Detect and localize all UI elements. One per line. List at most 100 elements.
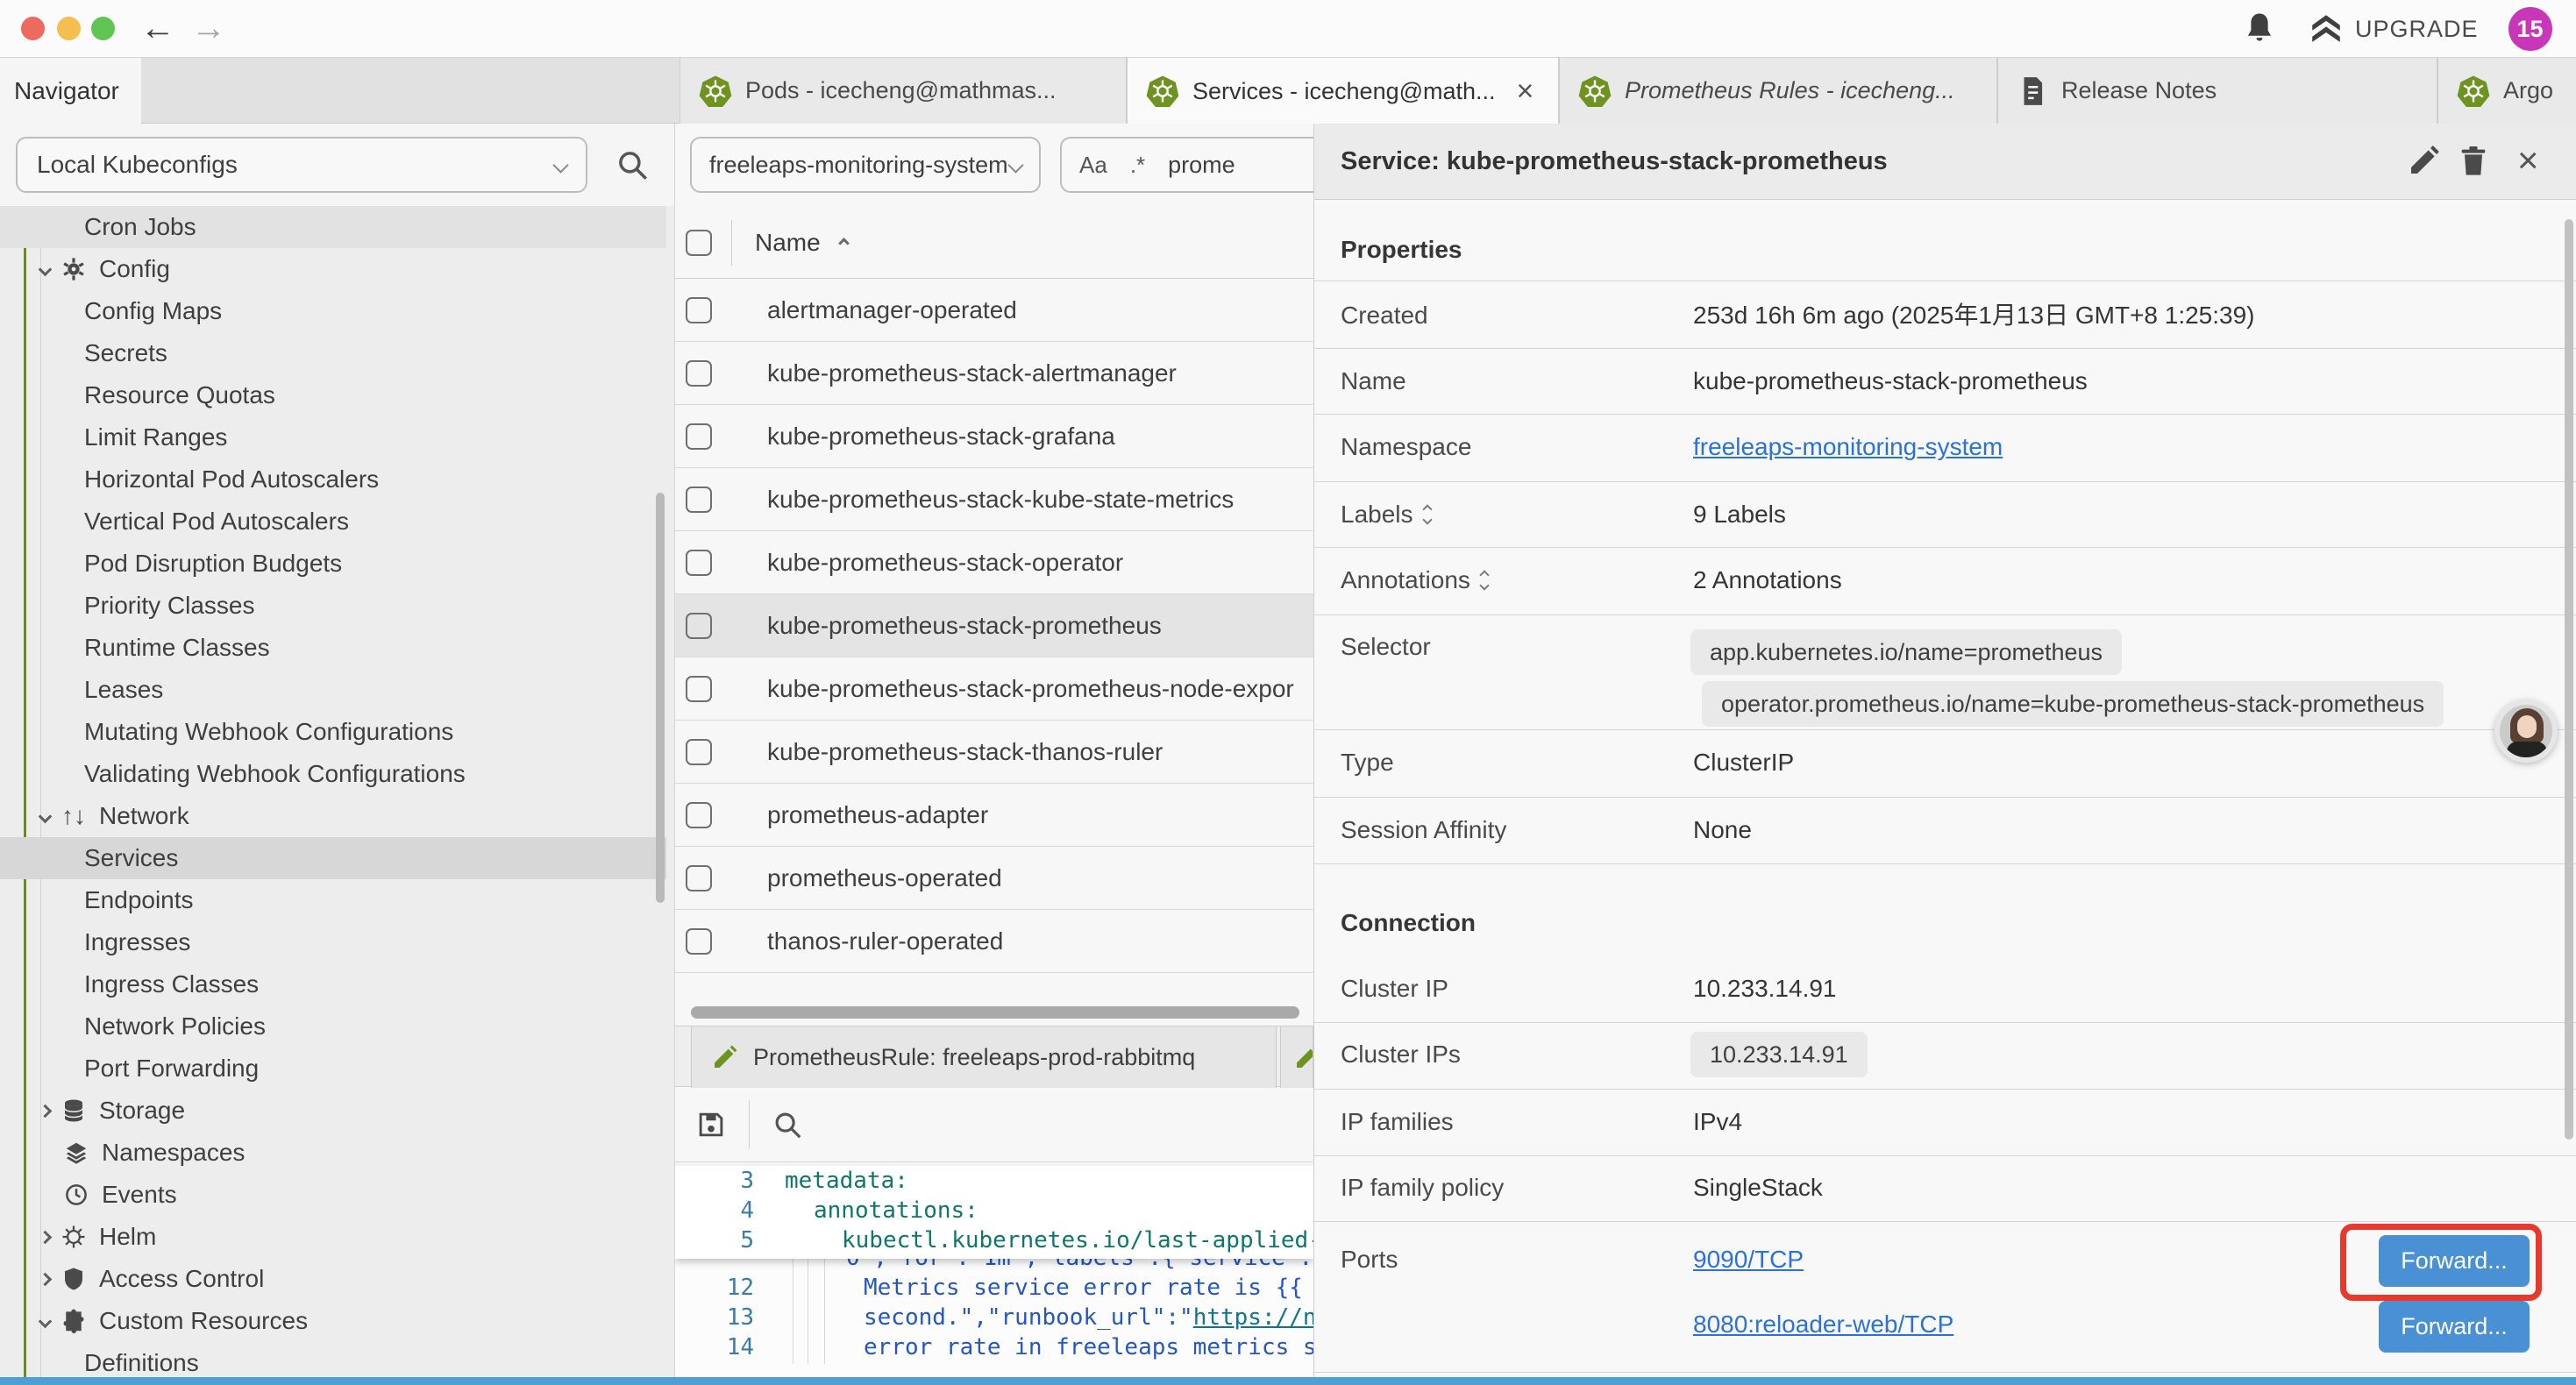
row-checkbox[interactable] [686,613,712,639]
sidebar-item-pod-disruption-budgets[interactable]: Pod Disruption Budgets [0,543,666,585]
tab-pods[interactable]: Pods - icecheng@mathmas... [680,58,1127,124]
detail-scrollbar[interactable] [2565,219,2573,1140]
sidebar-item-resource-quotas[interactable]: Resource Quotas [0,374,666,416]
select-all-checkbox[interactable] [686,230,712,256]
row-checkbox[interactable] [686,802,712,828]
sidebar-item-custom-resources[interactable]: Custom Resources [0,1300,666,1342]
sidebar-item-ingresses[interactable]: Ingresses [0,921,666,963]
table-row[interactable]: prometheus-adapter [675,784,1313,847]
table-row[interactable]: kube-prometheus-stack-prometheus-node-ex… [675,657,1313,721]
sidebar-item-priority-classes[interactable]: Priority Classes [0,585,666,627]
sidebar-search-icon[interactable] [614,146,651,183]
sidebar-item-access-control[interactable]: Access Control [0,1258,666,1300]
chevron-down-icon[interactable] [39,262,53,276]
chevron-right-icon[interactable] [39,1272,53,1286]
minimize-window-button[interactable] [57,17,81,40]
edit-pencil-icon[interactable] [2407,143,2442,178]
sidebar-item-config[interactable]: Config [0,248,666,290]
expand-collapse-icon[interactable] [1481,572,1488,589]
labels-value[interactable]: 9 Labels [1693,497,1786,532]
sidebar-scrollbar[interactable] [656,493,665,903]
row-checkbox[interactable] [686,739,712,765]
table-row[interactable]: kube-prometheus-stack-operator [675,531,1313,594]
chevron-right-icon[interactable] [39,1104,53,1118]
row-checkbox[interactable] [686,297,712,323]
tab-argo[interactable]: Argo Se [2437,58,2576,124]
sidebar-item-mutating-webhook-configurations[interactable]: Mutating Webhook Configurations [0,711,666,753]
sidebar-item-ingress-classes[interactable]: Ingress Classes [0,963,666,1005]
sidebar-item-network-policies[interactable]: Network Policies [0,1005,666,1048]
avatar[interactable] [2494,700,2558,763]
upgrade-button[interactable]: UPGRADE [2308,11,2479,47]
sort-ascending-icon[interactable] [838,238,850,249]
kubeconfig-select[interactable]: Local Kubeconfigs [16,137,587,193]
forward-arrow-icon[interactable]: → [191,7,226,49]
sidebar-item-horizontal-pod-autoscalers[interactable]: Horizontal Pod Autoscalers [0,458,666,501]
row-checkbox[interactable] [686,676,712,702]
sidebar-item-port-forwarding[interactable]: Port Forwarding [0,1048,666,1090]
port-link[interactable]: 8080:reloader-web/TCP [1693,1307,1953,1342]
table-row[interactable]: kube-prometheus-stack-alertmanager [675,342,1313,405]
table-row[interactable]: thanos-ruler-operated [675,910,1313,973]
tab-prometheus-rules[interactable]: Prometheus Rules - icecheng... [1559,58,1997,124]
sidebar-item-vertical-pod-autoscalers[interactable]: Vertical Pod Autoscalers [0,501,666,543]
sidebar-item-limit-ranges[interactable]: Limit Ranges [0,416,666,458]
tab-services[interactable]: Services - icecheng@math... × [1127,58,1559,124]
row-checkbox[interactable] [686,360,712,387]
editor-search-icon[interactable] [771,1108,804,1141]
expand-collapse-icon[interactable] [1424,506,1431,523]
editor-tab-prometheusrule[interactable]: PrometheusRule: freeleaps-prod-rabbitmq [691,1026,1277,1088]
save-icon[interactable] [694,1108,728,1141]
sidebar-item-storage[interactable]: Storage [0,1090,666,1132]
sidebar-item-secrets[interactable]: Secrets [0,332,666,374]
sidebar-item-config-maps[interactable]: Config Maps [0,290,666,332]
sidebar-item-services[interactable]: Services [0,837,666,879]
chevron-down-icon[interactable] [39,1314,53,1328]
sidebar-item-helm[interactable]: Helm [0,1216,666,1258]
sidebar-item-cron-jobs[interactable]: Cron Jobs [0,206,666,248]
forward-port-button[interactable]: Forward... [2379,1301,2530,1353]
table-search-input[interactable]: Aa .* prome [1060,137,1313,193]
row-checkbox[interactable] [686,550,712,576]
back-arrow-icon[interactable]: ← [140,7,175,49]
chevron-down-icon[interactable] [39,809,53,823]
row-checkbox[interactable] [686,487,712,513]
horizontal-scrollbar[interactable] [691,1006,1299,1019]
sidebar-item-endpoints[interactable]: Endpoints [0,879,666,921]
sidebar-item-leases[interactable]: Leases [0,669,666,711]
sidebar-item-events[interactable]: Events [0,1174,666,1216]
regex-toggle[interactable]: .* [1130,152,1145,179]
row-checkbox[interactable] [686,928,712,955]
close-window-button[interactable] [21,17,45,40]
table-row-selected[interactable]: kube-prometheus-stack-prometheus [675,594,1313,657]
yaml-editor[interactable]: 0","for":"1m","labels":{"service": 12 Me… [675,1166,1313,1385]
tab-release-notes[interactable]: Release Notes [1997,58,2437,124]
editor-tab-partial[interactable] [1280,1026,1313,1088]
namespace-filter-select[interactable]: freeleaps-monitoring-system [690,137,1041,193]
sidebar-item-validating-webhook-configurations[interactable]: Validating Webhook Configurations [0,753,666,795]
notification-bell-icon[interactable] [2241,11,2278,47]
close-panel-icon[interactable]: × [2517,136,2539,185]
delete-trash-icon[interactable] [2456,143,2491,178]
table-row[interactable]: alertmanager-operated [675,279,1313,342]
table-row[interactable]: kube-prometheus-stack-kube-state-metrics [675,468,1313,531]
row-checkbox[interactable] [686,865,712,891]
name-column-header[interactable]: Name [755,229,821,257]
table-row[interactable]: kube-prometheus-stack-grafana [675,405,1313,468]
sidebar-item-runtime-classes[interactable]: Runtime Classes [0,627,666,669]
code-link[interactable]: https://net [1193,1304,1313,1331]
row-checkbox[interactable] [686,423,712,450]
table-row[interactable]: kube-prometheus-stack-thanos-ruler [675,721,1313,784]
sidebar-item-network[interactable]: ↑↓ Network [0,795,666,837]
chevron-right-icon[interactable] [39,1230,53,1244]
navigator-panel-tab[interactable]: Navigator [0,58,141,124]
match-case-toggle[interactable]: Aa [1079,152,1107,179]
close-tab-icon[interactable]: × [1517,76,1534,106]
notification-count-badge[interactable]: 15 [2508,7,2552,51]
namespace-link[interactable]: freeleaps-monitoring-system [1693,430,2003,465]
table-row[interactable]: prometheus-operated [675,847,1313,910]
sidebar-item-namespaces[interactable]: Namespaces [0,1132,666,1174]
annotations-value[interactable]: 2 Annotations [1693,563,1842,598]
maximize-window-button[interactable] [91,17,115,40]
port-link[interactable]: 9090/TCP [1693,1242,1804,1277]
